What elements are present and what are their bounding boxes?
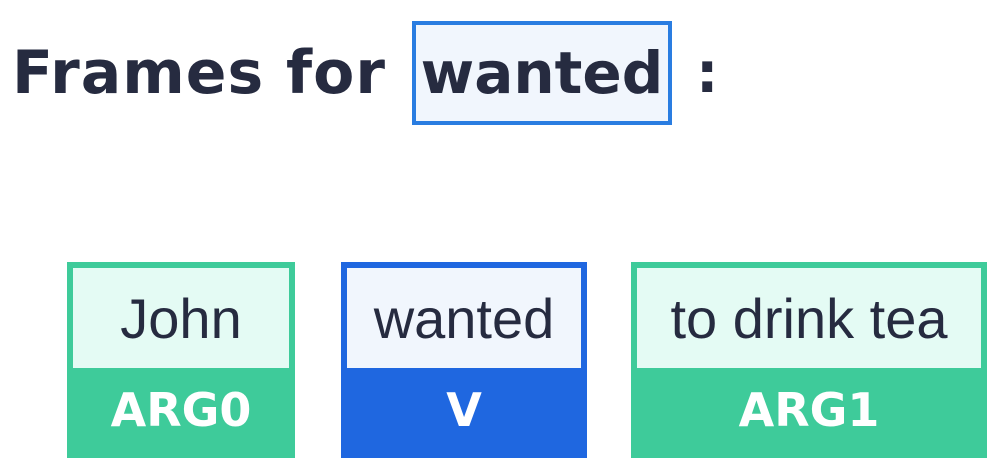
frame-word: to drink tea (637, 268, 981, 368)
frame-word: John (73, 268, 289, 368)
frame-role-label: ARG0 (73, 368, 289, 452)
title-colon: : (695, 40, 719, 106)
frame-arg1: to drink tea ARG1 (631, 262, 987, 458)
frame-role-label: ARG1 (637, 368, 981, 452)
title-verb: wanted (420, 39, 664, 107)
frame-role-label: V (347, 368, 581, 452)
frame-verb: wanted V (341, 262, 587, 458)
title-prefix: Frames for (12, 38, 386, 108)
frame-word: wanted (347, 268, 581, 368)
frame-arg0: John ARG0 (67, 262, 295, 458)
title-verb-box: wanted (411, 21, 672, 125)
frames-title: Frames for wanted : (12, 18, 718, 128)
